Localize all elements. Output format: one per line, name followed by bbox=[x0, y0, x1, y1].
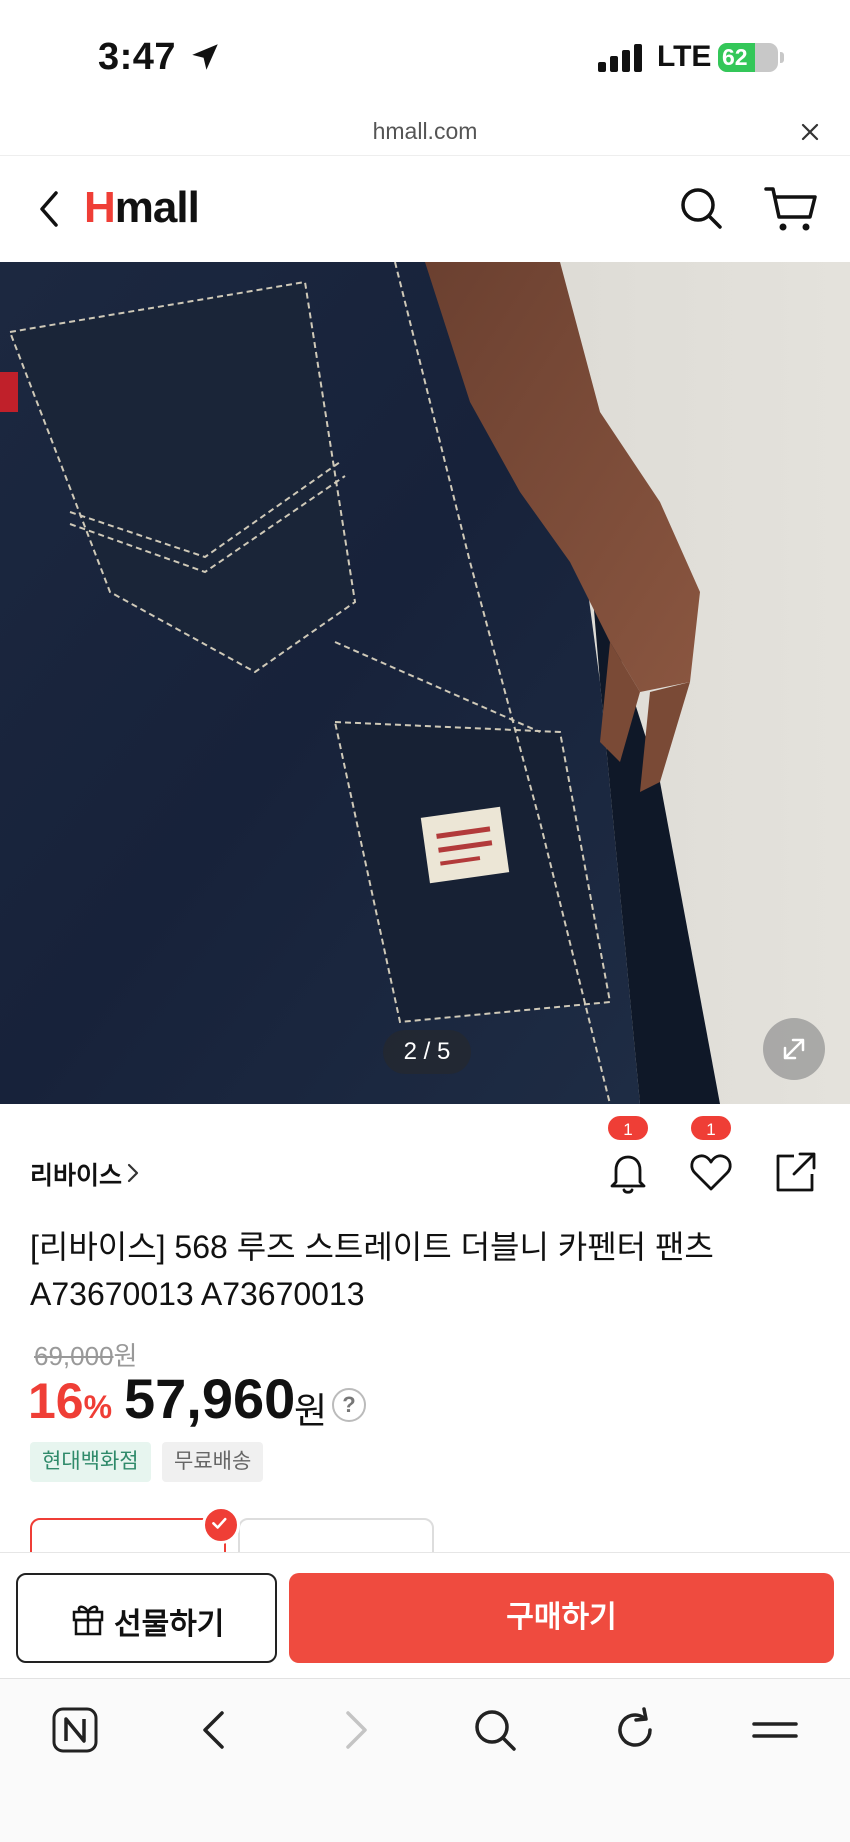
back-button[interactable] bbox=[32, 187, 68, 231]
search-icon[interactable] bbox=[470, 1705, 520, 1755]
original-price: 69,000원 bbox=[34, 1336, 137, 1373]
network-type: LTE bbox=[657, 40, 712, 73]
chevron-right-icon[interactable] bbox=[126, 1162, 140, 1184]
battery-tip bbox=[780, 52, 784, 63]
wish-badge: 1 bbox=[689, 1114, 733, 1142]
buy-button[interactable]: 구매하기 bbox=[289, 1573, 834, 1663]
discount-unit: % bbox=[83, 1389, 113, 1425]
signal-icon bbox=[598, 44, 642, 72]
final-price-unit: 원 bbox=[294, 1390, 328, 1431]
image-counter: 2 / 5 bbox=[383, 1030, 471, 1074]
final-price: 57,960 bbox=[124, 1367, 296, 1430]
brand-link[interactable]: 리바이스 bbox=[30, 1156, 122, 1192]
check-icon bbox=[202, 1506, 240, 1544]
gift-icon bbox=[72, 1605, 104, 1636]
heart-icon[interactable] bbox=[687, 1148, 735, 1196]
location-arrow-icon bbox=[192, 44, 218, 70]
price-help-icon[interactable]: ? bbox=[332, 1388, 366, 1422]
expand-button[interactable] bbox=[763, 1018, 825, 1080]
url-domain[interactable]: hmall.com bbox=[0, 118, 850, 145]
app-header: Hmall bbox=[0, 157, 850, 262]
store-tag: 현대백화점 bbox=[30, 1442, 151, 1482]
close-icon[interactable] bbox=[800, 122, 820, 142]
bell-icon[interactable] bbox=[604, 1148, 652, 1196]
product-photo bbox=[0, 262, 850, 1104]
browser-toolbar bbox=[0, 1678, 850, 1842]
back-icon[interactable] bbox=[190, 1705, 240, 1755]
discount-rate: 16% bbox=[28, 1372, 112, 1430]
logo-h: H bbox=[84, 183, 116, 232]
battery-level: 62 bbox=[722, 44, 748, 70]
expand-icon bbox=[783, 1038, 805, 1060]
alarm-badge: 1 bbox=[606, 1114, 650, 1142]
shipping-tag: 무료배송 bbox=[162, 1442, 264, 1482]
forward-icon[interactable] bbox=[330, 1705, 380, 1755]
gift-button[interactable]: 선물하기 bbox=[16, 1573, 277, 1663]
product-image[interactable]: 2 / 5 bbox=[0, 262, 850, 1104]
discount-value: 16 bbox=[28, 1373, 84, 1429]
naver-icon[interactable] bbox=[50, 1705, 100, 1755]
logo-rest: mall bbox=[114, 183, 200, 232]
cart-icon[interactable] bbox=[764, 185, 818, 233]
url-bar[interactable]: hmall.com bbox=[0, 110, 850, 156]
original-price-value: 69,000 bbox=[34, 1341, 114, 1371]
menu-icon[interactable] bbox=[750, 1705, 800, 1755]
share-icon[interactable] bbox=[772, 1148, 820, 1196]
gift-label: 선물하기 bbox=[114, 1608, 225, 1641]
brand-row: 리바이스 1 1 bbox=[0, 1104, 850, 1214]
battery-icon: 62 bbox=[718, 43, 778, 72]
reload-icon[interactable] bbox=[610, 1705, 660, 1755]
purchase-bar: 선물하기 구매하기 bbox=[0, 1552, 850, 1678]
status-bar: 3:47 LTE 62 bbox=[0, 0, 850, 110]
search-icon[interactable] bbox=[678, 185, 724, 231]
product-title: [리바이스] 568 루즈 스트레이트 더블니 카펜터 팬츠 A73670013… bbox=[30, 1229, 714, 1312]
hmall-logo[interactable]: Hmall bbox=[84, 183, 200, 233]
status-time: 3:47 bbox=[98, 36, 177, 78]
